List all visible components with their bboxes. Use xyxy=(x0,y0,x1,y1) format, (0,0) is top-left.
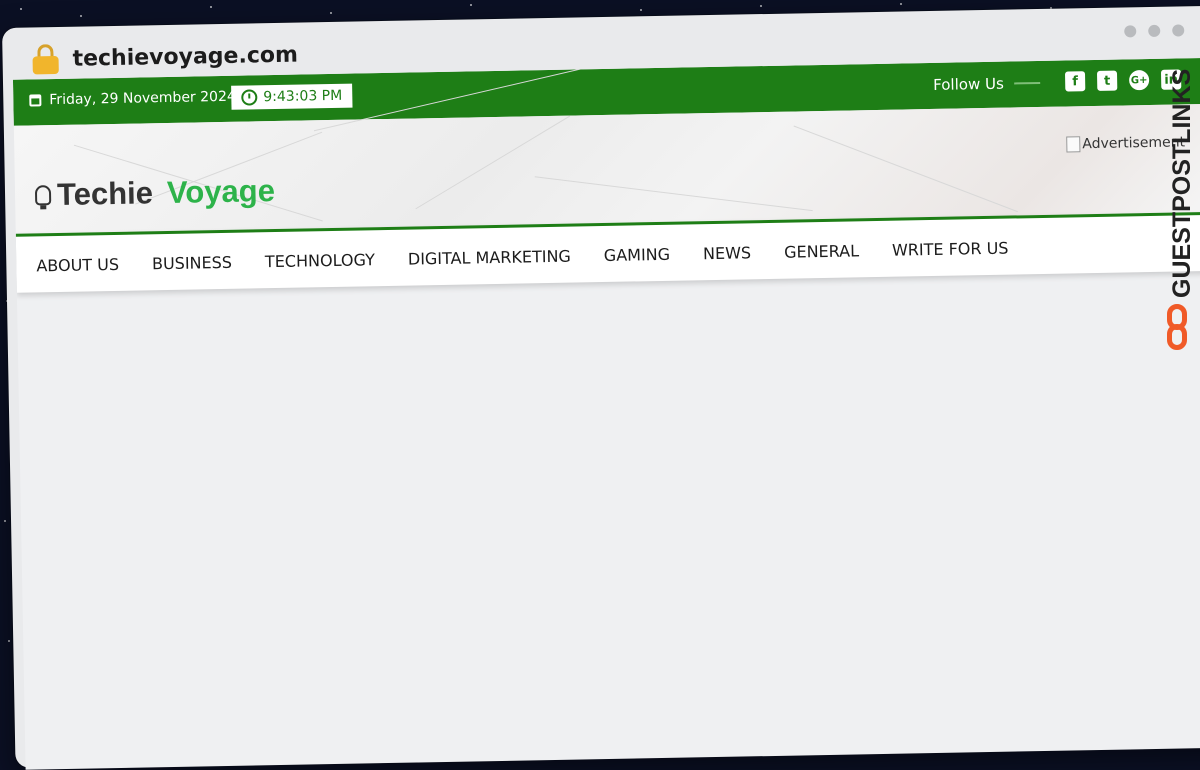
lock-icon xyxy=(32,44,59,75)
nav-item-business[interactable]: BUSINESS xyxy=(152,253,232,273)
facebook-icon[interactable]: f xyxy=(1064,71,1086,92)
guestpostlinks-watermark: GUESTPOSTLINKS xyxy=(1168,68,1196,298)
nav-item-about-us[interactable]: ABOUT US xyxy=(36,255,119,276)
date-display: Friday, 29 November 2024 xyxy=(29,89,236,109)
follow-label: Follow Us xyxy=(933,74,1004,94)
nav-item-gaming[interactable]: GAMING xyxy=(604,245,671,265)
window-dot-icon[interactable] xyxy=(1124,25,1137,38)
nav-item-digital-marketing[interactable]: DIGITAL MARKETING xyxy=(408,247,571,269)
time-display: 9:43:03 PM xyxy=(231,83,353,110)
nav-item-news[interactable]: NEWS xyxy=(703,243,751,263)
social-links: f t G+ in xyxy=(1064,69,1182,92)
page-viewport: Friday, 29 November 2024 9:43:03 PM Foll… xyxy=(12,58,1200,770)
nav-item-general[interactable]: GENERAL xyxy=(784,241,859,261)
google-plus-icon[interactable]: G+ xyxy=(1128,69,1150,91)
window-dot-icon[interactable] xyxy=(1172,24,1185,37)
nav-item-technology[interactable]: TECHNOLOGY xyxy=(265,250,375,271)
browser-window: techievoyage.com Friday, 29 November 202… xyxy=(2,5,1200,770)
window-dot-icon[interactable] xyxy=(1148,24,1161,37)
lightbulb-icon xyxy=(34,185,52,206)
calendar-icon xyxy=(29,94,42,107)
chain-link-icon xyxy=(1167,304,1193,352)
window-controls xyxy=(1124,24,1185,38)
logo-word-voyage: Voyage xyxy=(166,173,276,211)
address-bar[interactable]: techievoyage.com xyxy=(32,37,298,78)
site-header: Techie Voyage Advertisement xyxy=(13,62,1200,234)
clock-icon xyxy=(241,89,258,106)
time-text: 9:43:03 PM xyxy=(263,87,343,106)
nav-item-write-for-us[interactable]: WRITE FOR US xyxy=(892,239,1009,260)
url-text[interactable]: techievoyage.com xyxy=(72,42,298,71)
twitter-icon[interactable]: t xyxy=(1096,70,1118,91)
follow-divider xyxy=(1013,81,1040,85)
logo-word-techie: Techie xyxy=(56,175,154,213)
follow-us: Follow Us xyxy=(933,74,1040,94)
broken-image-icon xyxy=(1066,136,1081,153)
site-logo[interactable]: Techie Voyage xyxy=(34,173,276,213)
date-text: Friday, 29 November 2024 xyxy=(49,88,236,109)
